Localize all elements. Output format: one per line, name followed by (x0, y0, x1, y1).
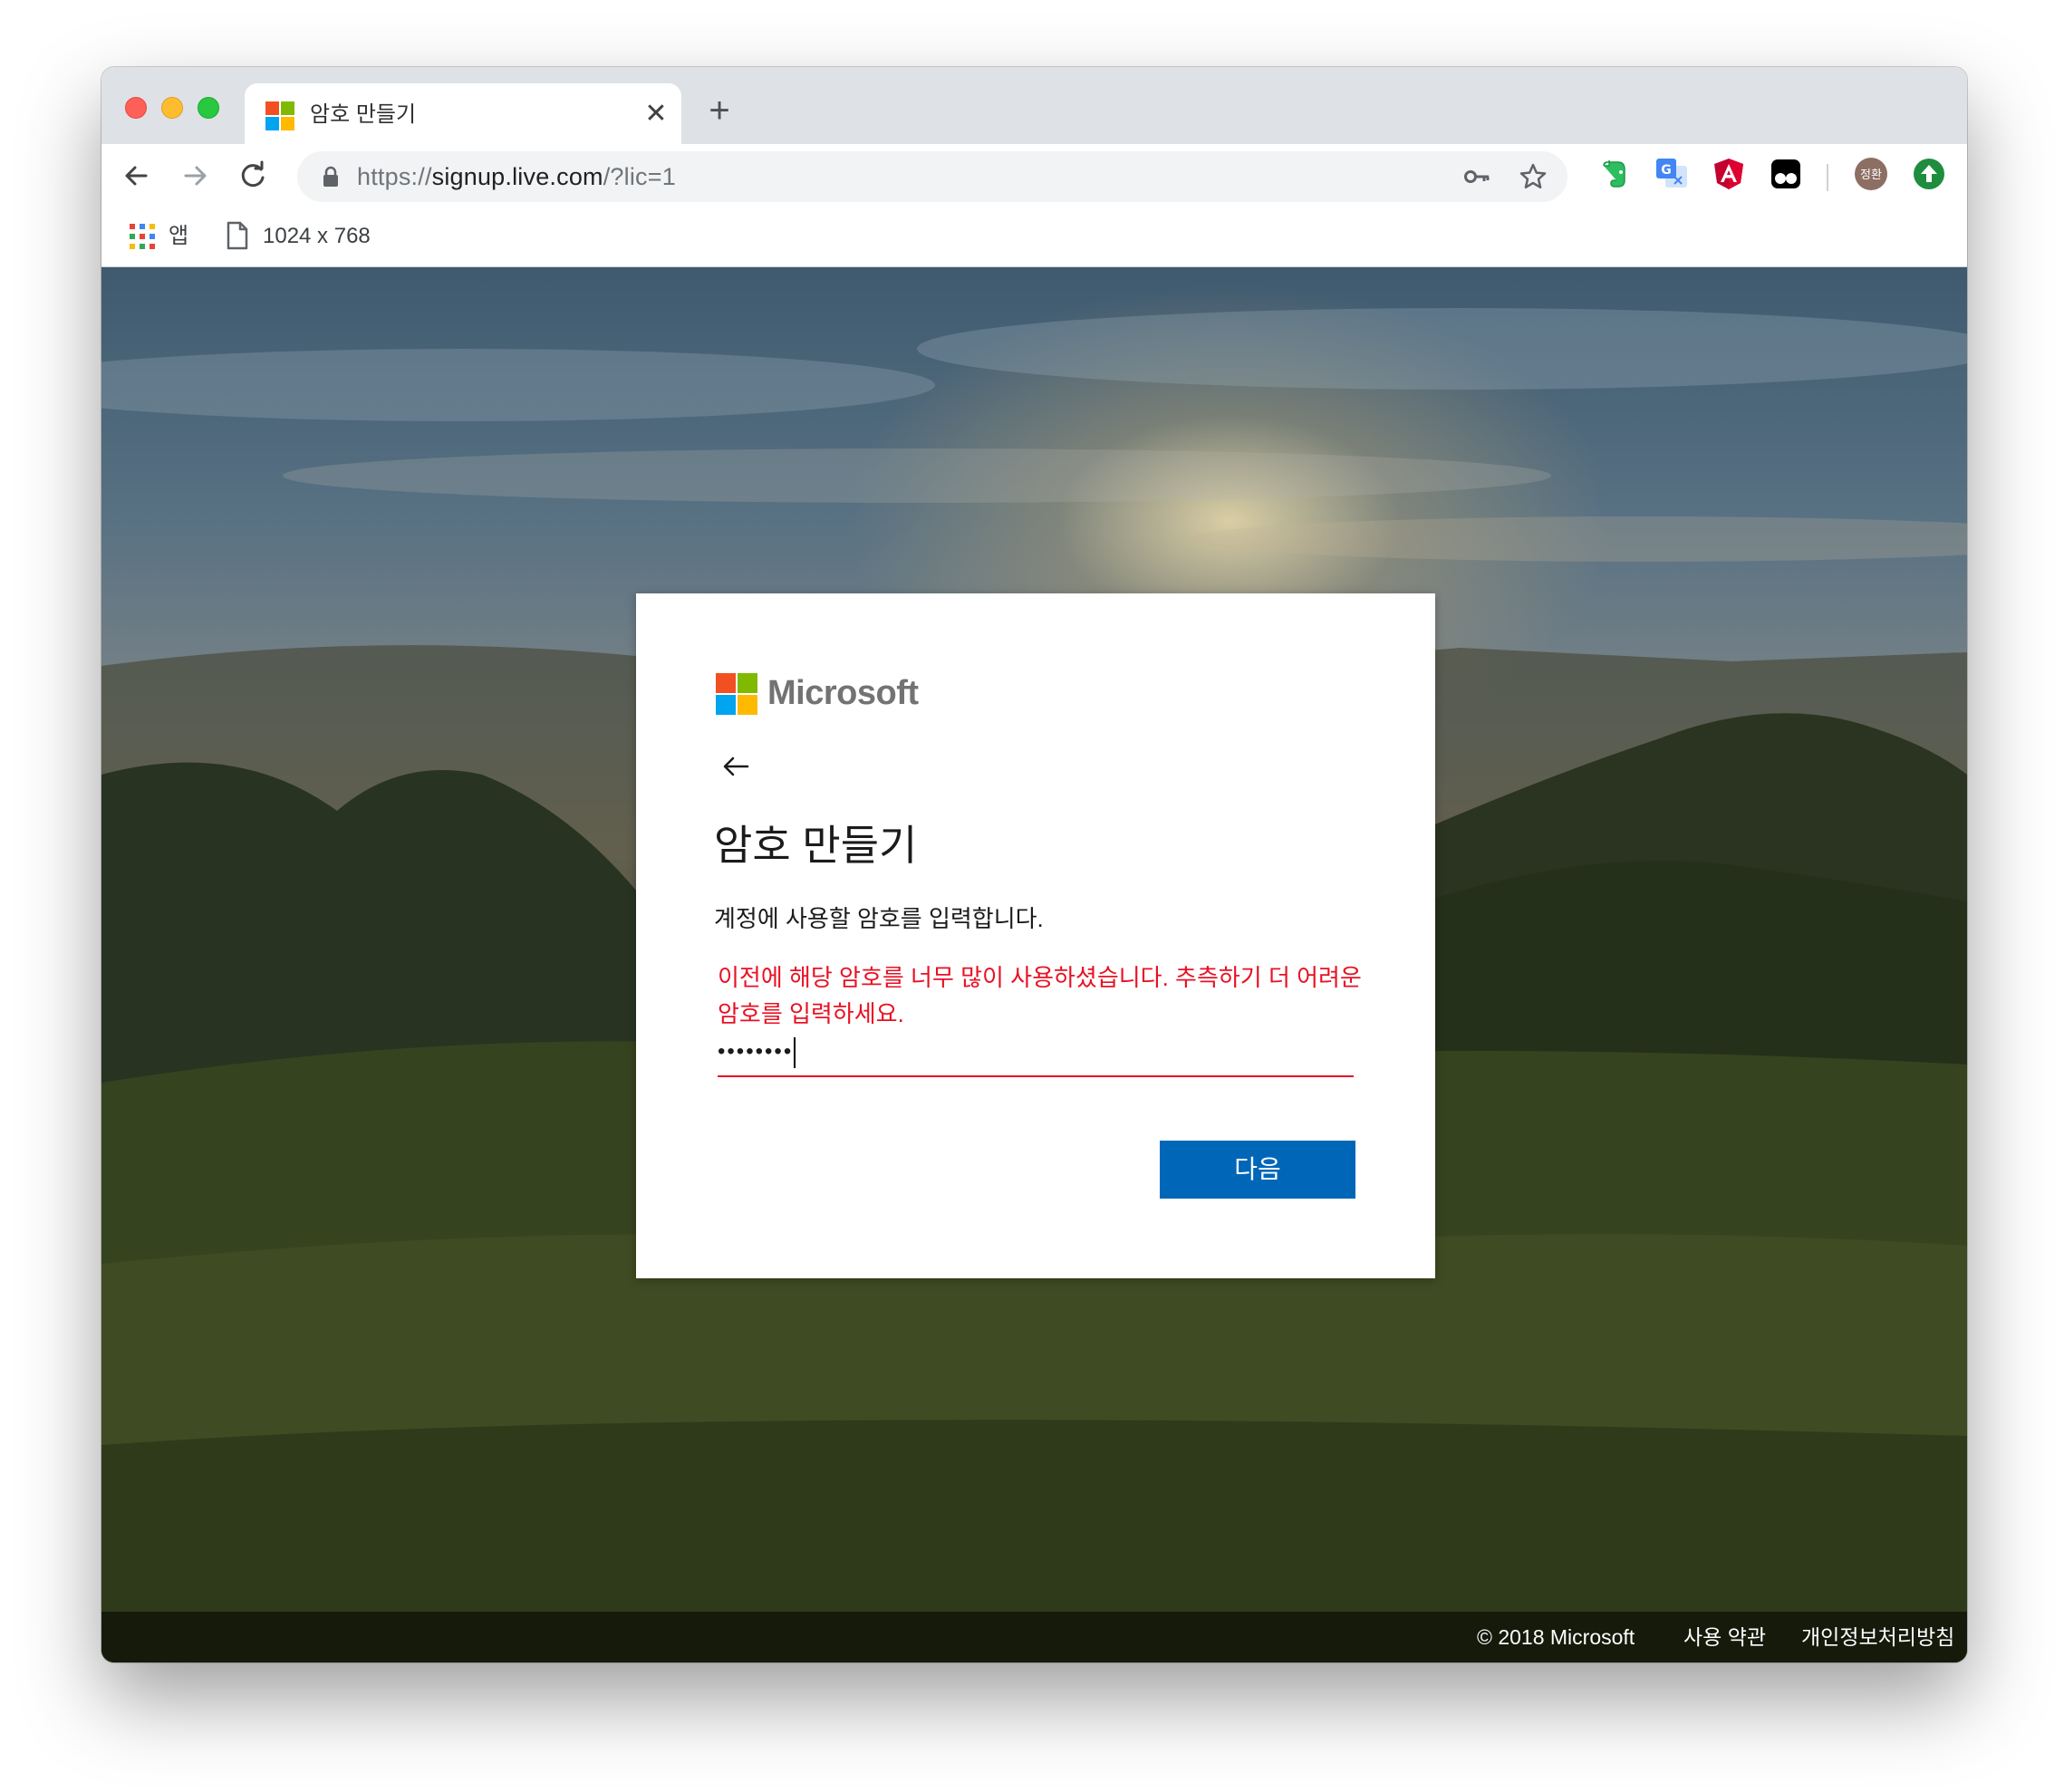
close-tab-icon[interactable]: ✕ (638, 96, 674, 132)
tab-create-password[interactable]: 암호 만들기 ✕ (245, 83, 681, 144)
angular-extension-icon[interactable] (1712, 157, 1746, 191)
page-document-icon (227, 221, 248, 250)
url-scheme: https:// (357, 163, 432, 190)
browser-window: 암호 만들기 ✕ + https://signup.live.com/?lic=… (101, 67, 1967, 1662)
page-footer: © 2018 Microsoft 사용 약관 개인정보처리방침 (101, 1612, 1967, 1662)
google-translate-extension-icon[interactable]: G (1654, 157, 1689, 191)
text-caret (794, 1036, 796, 1068)
instruction-text: 계정에 사용할 암호를 입력합니다. (714, 905, 1044, 932)
key-icon[interactable] (1462, 162, 1491, 191)
bookmark-star-icon[interactable] (1519, 162, 1548, 191)
tab-strip: 암호 만들기 ✕ + (101, 67, 1967, 144)
profile-avatar[interactable]: 정환 (1854, 157, 1888, 191)
page-content: Microsoft 암호 만들기 계정에 사용할 암호를 입력합니다. 이전에 … (101, 267, 1967, 1662)
back-arrow-icon[interactable] (720, 753, 753, 780)
url-path: /?lic=1 (603, 163, 676, 190)
password-input[interactable]: •••••••• (718, 1034, 1354, 1077)
minimize-window-button[interactable] (161, 97, 183, 119)
svg-text:G: G (1661, 163, 1672, 178)
url-text: https://signup.live.com/?lic=1 (357, 163, 676, 190)
zoom-window-button[interactable] (198, 97, 219, 119)
apps-grid-icon[interactable] (129, 223, 156, 250)
update-icon[interactable] (1912, 157, 1946, 191)
password-error-message: 이전에 해당 암호를 너무 많이 사용하셨습니다. 추측하기 더 어려운 암호를… (718, 964, 1362, 1027)
reload-icon[interactable] (234, 157, 272, 195)
url-host: signup.live.com (431, 163, 603, 190)
terms-link[interactable]: 사용 약관 (1683, 1623, 1766, 1651)
next-button[interactable]: 다음 (1160, 1141, 1355, 1199)
lock-icon[interactable] (319, 165, 342, 188)
copyright-text: © 2018 Microsoft (1477, 1625, 1635, 1649)
forward-icon[interactable] (176, 157, 214, 195)
close-window-button[interactable] (125, 97, 147, 119)
microsoft-logo-icon (716, 673, 757, 715)
tab-title: 암호 만들기 (310, 102, 417, 127)
microsoft-wordmark: Microsoft (767, 674, 919, 712)
bookmark-apps-label[interactable]: 앱 (169, 223, 188, 250)
new-tab-button[interactable]: + (701, 92, 738, 129)
bookmarks-bar: 앱 1024 x 768 (101, 207, 1967, 267)
password-value: •••••••• (718, 1039, 794, 1064)
bookmark-1024x768[interactable]: 1024 x 768 (263, 223, 371, 250)
evernote-extension-icon[interactable] (1596, 157, 1631, 191)
address-bar[interactable]: https://signup.live.com/?lic=1 (297, 151, 1567, 202)
tampermonkey-extension-icon[interactable] (1769, 157, 1803, 191)
toolbar-separator (1827, 164, 1828, 191)
privacy-link[interactable]: 개인정보처리방침 (1801, 1623, 1954, 1651)
microsoft-favicon-icon (265, 101, 294, 130)
profile-initials: 정환 (1860, 169, 1882, 182)
page-title: 암호 만들기 (714, 822, 918, 869)
browser-toolbar: https://signup.live.com/?lic=1 G 정환 (101, 144, 1967, 207)
back-icon[interactable] (118, 157, 156, 195)
signup-card: Microsoft 암호 만들기 계정에 사용할 암호를 입력합니다. 이전에 … (636, 593, 1435, 1278)
